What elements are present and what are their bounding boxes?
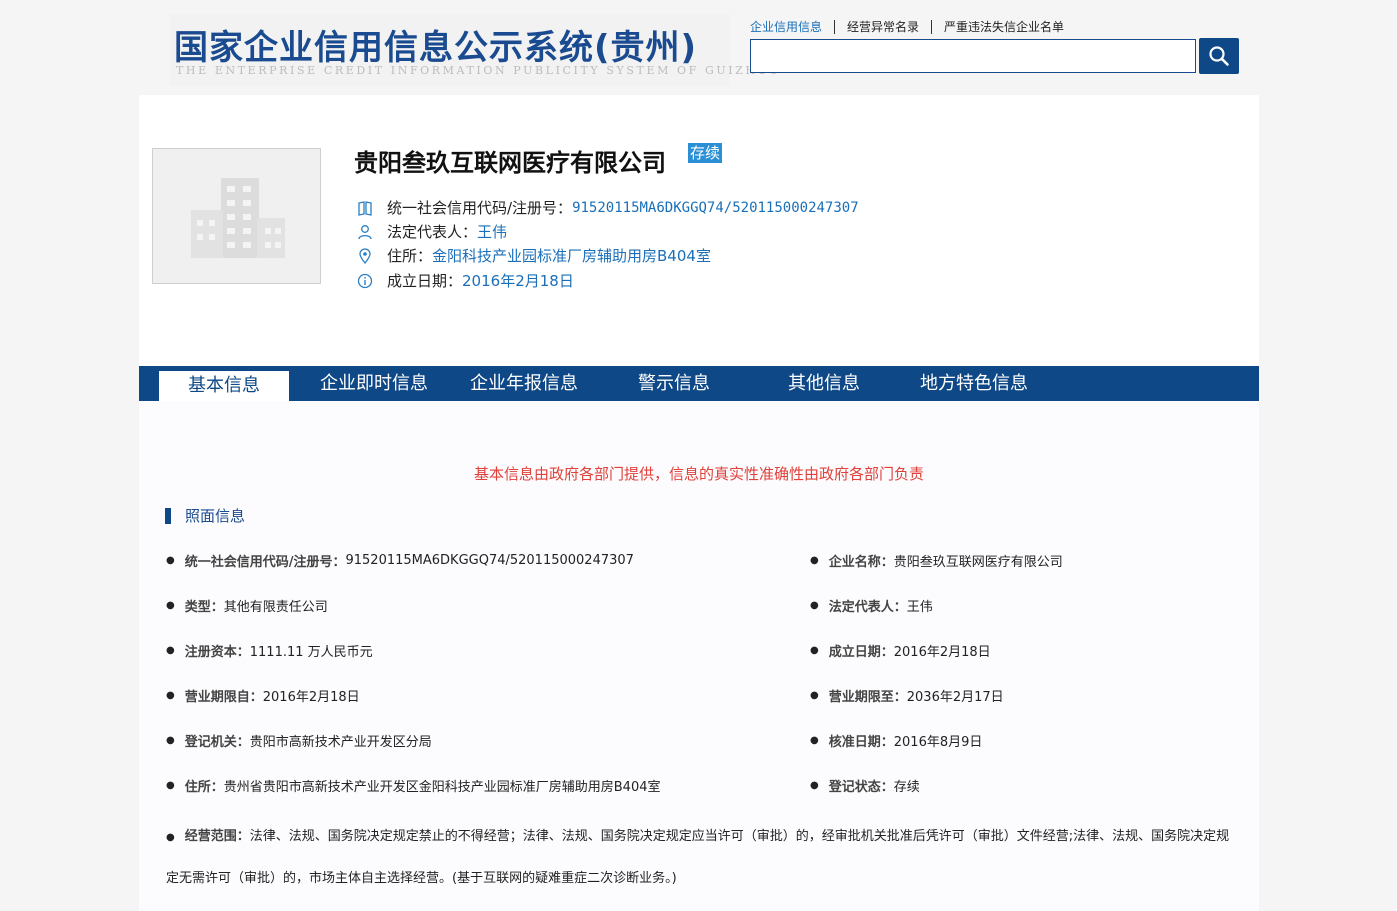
location-pin-icon [359,247,371,264]
info-icon [357,273,373,288]
field-approval-date: ● 核准日期： 2016年8月9日 [810,735,983,750]
founded-row: 成立日期： 2016年2月18日 [357,270,574,291]
search-tab-blacklist[interactable]: 严重违法失信企业名单 [931,20,1076,34]
legal-rep-row: 法定代表人： 王伟 [357,221,507,242]
field-capital: ● 注册资本： 1111.11 万人民币元 [166,645,373,660]
tab-basic-info[interactable]: 基本信息 [159,371,289,401]
tab-instant-info[interactable]: 企业即时信息 [309,366,439,401]
person-icon [358,224,372,239]
logo-title: 国家企业信用信息公示系统(贵州) [174,28,698,68]
section-title: 照面信息 [185,507,246,525]
notice-text: 基本信息由政府各部门提供，信息的真实性准确性由政府各部门负责 [473,465,924,483]
site-logo[interactable]: 国家企业信用信息公示系统(贵州) THE ENTERPRISE CREDIT I… [170,14,779,86]
credit-code-value: 91520115MA6DKGGQ74/520115000247307 [572,199,859,216]
tab-annual-report[interactable]: 企业年报信息 [459,366,589,401]
company-profile: 贵阳叁玖互联网医疗有限公司 存续 统一社会信用代码/注册号： 91520115M… [139,95,1259,366]
building-icon [190,178,285,258]
field-business-scope: ● 经营范围：法律、法规、国务院决定规定禁止的不得经营；法律、法规、国务院决定规定… [166,829,1230,886]
search-tab-credit-info[interactable]: 企业信用信息 [750,20,834,34]
company-avatar [152,148,321,284]
field-registration-status: ● 登记状态： 存续 [810,780,920,795]
field-address: ● 住所： 贵州省贵阳市高新技术产业开发区金阳科技产业园标准厂房辅助用房B404… [166,780,661,795]
field-legal-rep: ● 法定代表人： 王伟 [810,600,933,615]
field-registration-authority: ● 登记机关： 贵阳市高新技术产业开发区分局 [166,735,432,750]
field-term-from: ● 营业期限自： 2016年2月18日 [166,690,360,705]
field-company-name: ● 企业名称： 贵阳叁玖互联网医疗有限公司 [810,555,1063,570]
credit-code-label: 统一社会信用代码/注册号： [387,199,573,217]
field-type: ● 类型： 其他有限责任公司 [166,600,328,615]
credit-code-row: 统一社会信用代码/注册号： 91520115MA6DKGGQ74/5201150… [357,197,859,218]
address-row: 住所： 金阳科技产业园标准厂房辅助用房B404室 [357,245,711,266]
section-license-info: 照面信息 [165,505,245,526]
address-label: 住所： [387,247,433,265]
field-founded: ● 成立日期： 2016年2月18日 [810,645,991,660]
legal-rep-value: 王伟 [477,223,508,241]
search-input[interactable] [750,39,1196,73]
address-value: 金阳科技产业园标准厂房辅助用房B404室 [432,247,711,265]
business-scope-value: 法律、法规、国务院决定规定禁止的不得经营；法律、法规、国务院决定规定应当许可（审… [166,829,1230,886]
search-icon [1209,46,1229,66]
main-container: 贵阳叁玖互联网医疗有限公司 存续 统一社会信用代码/注册号： 91520115M… [139,95,1259,911]
status-badge: 存续 [688,143,723,163]
book-icon [358,200,372,216]
basic-info-panel: 基本信息由政府各部门提供，信息的真实性准确性由政府各部门负责 照面信息 ● 统一… [139,401,1259,911]
search-button[interactable] [1199,38,1239,74]
field-credit-code: ● 统一社会信用代码/注册号： 91520115MA6DKGGQ74/52011… [166,553,634,570]
company-name: 贵阳叁玖互联网医疗有限公司 [354,149,666,177]
section-marker [165,507,171,524]
tab-warning-info[interactable]: 警示信息 [609,366,739,401]
founded-label: 成立日期： [387,272,463,290]
business-scope-label: 经营范围： [184,829,250,844]
founded-value: 2016年2月18日 [462,272,574,290]
logo-subtitle: THE ENTERPRISE CREDIT INFORMATION PUBLIC… [176,64,782,77]
tab-other-info[interactable]: 其他信息 [759,366,889,401]
legal-rep-label: 法定代表人： [387,223,478,241]
search-tabs: 企业信用信息 经营异常名录 严重违法失信企业名单 [750,20,1076,34]
field-term-to: ● 营业期限至： 2036年2月17日 [810,690,1004,705]
search-tab-abnormal-list[interactable]: 经营异常名录 [834,20,931,34]
main-nav: 基本信息 企业即时信息 企业年报信息 警示信息 其他信息 地方特色信息 [139,366,1259,401]
tab-local-info[interactable]: 地方特色信息 [909,366,1039,401]
